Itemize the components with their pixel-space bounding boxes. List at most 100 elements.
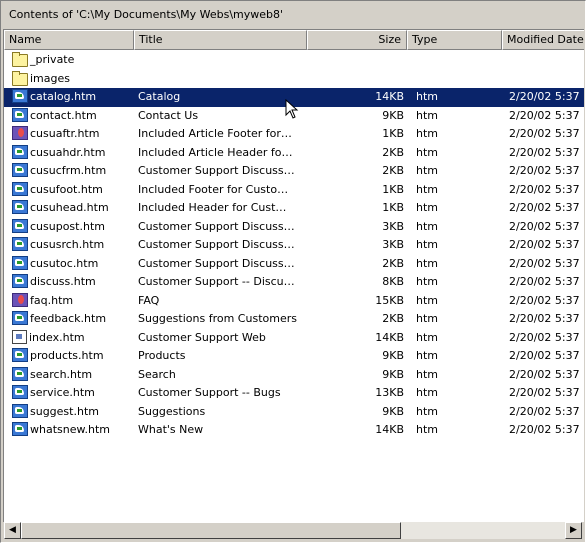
file-row[interactable]: _private [4, 51, 584, 70]
file-name: cususrch.htm [30, 238, 105, 251]
file-row[interactable]: suggest.htm Suggestions 9KB htm 2/20/02 5:37 [4, 403, 584, 422]
file-type: htm [416, 238, 438, 251]
column-header-modified[interactable]: Modified Date [502, 30, 584, 50]
scroll-thumb[interactable] [21, 522, 401, 539]
file-row[interactable]: products.htm Products 9KB htm 2/20/02 5:37 [4, 347, 584, 366]
file-row[interactable]: cusuhead.htm Included Header for Cust… 1KB… [4, 199, 584, 218]
file-title: Included Article Header fo… [138, 145, 293, 159]
file-type: htm [416, 108, 438, 122]
column-header: Name Title Size Type Modified Date [4, 30, 584, 50]
file-type: htm [416, 293, 438, 307]
html-page-icon [12, 237, 28, 251]
file-size: 2KB [382, 164, 404, 177]
html-page-icon [12, 255, 28, 270]
file-size: 1KB [382, 182, 404, 196]
file-title: Included Footer for Custo… [138, 182, 289, 196]
file-size: 15KB [375, 293, 404, 307]
file-type: htm [416, 201, 438, 214]
file-size: 2KB [382, 312, 404, 325]
file-type: htm [416, 145, 438, 159]
file-title: Customer Support Web [138, 330, 266, 344]
special-page-icon [12, 292, 28, 307]
file-type: htm [416, 275, 438, 288]
file-row[interactable]: faq.htm FAQ 15KB htm 2/20/02 5:37 [4, 292, 584, 311]
file-name: feedback.htm [30, 312, 107, 325]
file-size: 9KB [382, 367, 404, 381]
column-header-type[interactable]: Type [407, 30, 502, 50]
html-page-icon [12, 348, 28, 362]
file-size: 13KB [375, 386, 404, 399]
folder-icon [12, 52, 28, 67]
file-size: 9KB [382, 349, 404, 362]
file-size: 1KB [382, 127, 404, 140]
html-page-icon [12, 163, 28, 177]
column-header-title[interactable]: Title [134, 30, 307, 50]
column-header-size[interactable]: Size [307, 30, 407, 50]
file-title: Included Header for Cust… [138, 201, 287, 214]
file-title: Products [138, 349, 186, 362]
file-name: service.htm [30, 386, 95, 399]
file-row[interactable]: whatsnew.htm What's New 14KB htm 2/20/02 5:3… [4, 421, 584, 440]
file-title: What's New [138, 423, 204, 436]
file-title: Suggestions [138, 404, 206, 418]
file-row[interactable]: cusufoot.htm Included Footer for Custo… 1K… [4, 181, 584, 200]
file-name: search.htm [30, 367, 93, 381]
file-row[interactable]: cusucfrm.htm Customer Support Discuss… 2KB… [4, 162, 584, 181]
scroll-left-button[interactable]: ◀ [4, 522, 21, 539]
file-title: Catalog [138, 90, 181, 103]
file-row[interactable]: feedback.htm Suggestions from Customers 2K… [4, 310, 584, 329]
file-modified: 2/20/02 5:37 [509, 404, 580, 418]
file-name: faq.htm [30, 293, 74, 307]
file-size: 14KB [375, 423, 404, 436]
file-row[interactable]: cusutoc.htm Customer Support Discuss… 2KB h… [4, 255, 584, 274]
horizontal-scrollbar[interactable]: ◀ ▶ [4, 522, 582, 539]
html-page-icon [12, 181, 28, 196]
file-size: 2KB [382, 256, 404, 270]
file-modified: 2/20/02 5:37 [509, 423, 580, 436]
file-name: suggest.htm [30, 404, 99, 418]
file-size: 3KB [382, 238, 404, 251]
file-title: Included Article Footer for… [138, 127, 292, 140]
file-name: whatsnew.htm [30, 423, 110, 436]
file-title: Customer Support Discuss… [138, 219, 295, 233]
html-page-icon [12, 274, 28, 288]
file-row[interactable]: index.htm Customer Support Web 14KB htm 2/20… [4, 329, 584, 348]
file-type: htm [416, 182, 438, 196]
file-row[interactable]: cususrch.htm Customer Support Discuss… 3KB… [4, 236, 584, 255]
file-name: contact.htm [30, 108, 97, 122]
file-row[interactable]: search.htm Search 9KB htm 2/20/02 5:37 [4, 366, 584, 385]
file-modified: 2/20/02 5:37 [509, 108, 580, 122]
file-row[interactable]: service.htm Customer Support -- Bugs 13KB h… [4, 384, 584, 403]
html-page-icon [12, 385, 28, 399]
file-modified: 2/20/02 5:37 [509, 219, 580, 233]
file-row[interactable]: cusuaftr.htm Included Article Footer for…… [4, 125, 584, 144]
column-header-name[interactable]: Name [4, 30, 134, 50]
file-row[interactable]: cusupost.htm Customer Support Discuss… 3KB… [4, 218, 584, 237]
file-modified: 2/20/02 5:37 [509, 182, 580, 196]
folder-icon [12, 70, 28, 86]
file-title: Customer Support -- Bugs [138, 386, 281, 399]
file-type: htm [416, 330, 438, 344]
file-name: _private [30, 53, 75, 66]
file-name: catalog.htm [30, 90, 97, 103]
file-modified: 2/20/02 5:37 [509, 201, 580, 214]
html-page-icon [12, 89, 28, 103]
file-name: discuss.htm [30, 275, 96, 288]
file-modified: 2/20/02 5:37 [509, 90, 580, 103]
file-name: cusufoot.htm [30, 182, 103, 196]
file-type: htm [416, 367, 438, 381]
file-modified: 2/20/02 5:37 [509, 145, 580, 159]
file-title: Contact Us [138, 108, 199, 122]
file-modified: 2/20/02 5:37 [509, 275, 580, 288]
file-title: Customer Support Discuss… [138, 164, 295, 177]
file-size: 9KB [382, 404, 404, 418]
file-size: 2KB [382, 145, 404, 159]
file-row[interactable]: cusuahdr.htm Included Article Header fo… 2… [4, 144, 584, 163]
html-page-icon [12, 403, 28, 418]
folder-contents-pane: Contents of 'C:\My Documents\My Webs\myw… [0, 0, 586, 543]
file-row[interactable]: discuss.htm Customer Support -- Discu… 8KB… [4, 273, 584, 292]
file-row[interactable]: images [4, 70, 584, 89]
scroll-right-button[interactable]: ▶ [565, 522, 582, 539]
file-size: 14KB [375, 330, 404, 344]
file-modified: 2/20/02 5:37 [509, 164, 580, 177]
